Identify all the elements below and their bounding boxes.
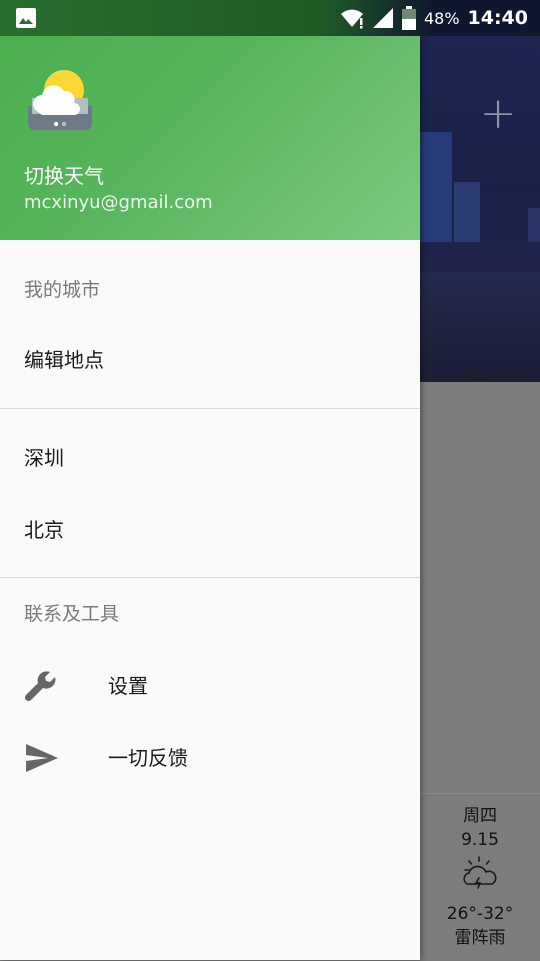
header-title: 切换天气 xyxy=(24,164,104,188)
forecast-condition: 雷阵雨 xyxy=(454,928,506,948)
thunderstorm-icon xyxy=(463,856,497,889)
send-icon xyxy=(26,744,58,772)
settings-label: 设置 xyxy=(108,674,148,698)
account-email: mcxinyu@gmail.com xyxy=(24,192,213,213)
wifi-icon xyxy=(340,9,363,29)
edit-locations-item[interactable]: 编辑地点 xyxy=(0,322,420,408)
forecast-date: 9.15 xyxy=(461,830,499,850)
battery-icon xyxy=(401,6,416,30)
tools-label: 联系及工具 xyxy=(24,603,120,625)
feedback-item[interactable]: 一切反馈 xyxy=(0,722,420,794)
settings-item[interactable]: 设置 xyxy=(0,650,420,722)
forecast-day: 周四 xyxy=(463,806,497,826)
weather-app-logo[interactable] xyxy=(26,68,94,130)
feedback-label: 一切反馈 xyxy=(108,746,188,770)
forecast-temp: 26°-32° xyxy=(446,904,514,924)
divider xyxy=(0,408,420,409)
status-bar: 48% 14:40 xyxy=(0,0,540,36)
drawer-header: 切换天气 mcxinyu@gmail.com xyxy=(0,36,420,240)
signal-icon xyxy=(372,8,393,28)
my-cities-label: 我的城市 xyxy=(24,279,101,301)
navigation-drawer: 切换天气 mcxinyu@gmail.com 我的城市 编辑地点 深圳 北京 联… xyxy=(0,36,420,960)
city-item-beijing[interactable]: 北京 xyxy=(0,494,420,566)
wrench-icon xyxy=(24,671,56,702)
city-item-shenzhen[interactable]: 深圳 xyxy=(0,422,420,494)
add-city-icon[interactable]: + xyxy=(478,92,518,136)
forecast-day-card: 周四 9.15 26°-32° 雷阵雨 xyxy=(420,793,540,961)
battery-percent: 48% xyxy=(423,8,460,28)
image-notification-icon xyxy=(16,8,36,28)
clock-time: 14:40 xyxy=(467,7,528,29)
